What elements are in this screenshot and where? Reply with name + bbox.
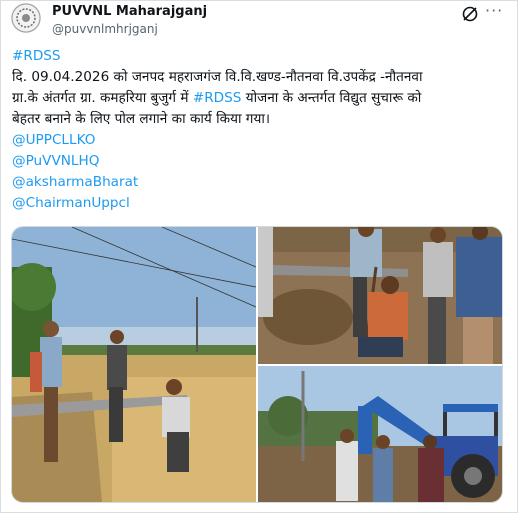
photo-pole-carry[interactable] [12,227,256,502]
logo-seal-icon [11,3,41,33]
tweet-line-2-pre: ग्रा.के अंतर्गत ग्रा. कमहरिया बुजुर्ग मे… [12,90,193,106]
photo-pole-pit[interactable] [258,227,502,364]
mention-link[interactable]: @aksharmaBharat [12,174,138,190]
tweet-line-2-post: योजना के अन्तर्गत विद्युत सुचारू को [241,90,422,106]
mention-link[interactable]: @ChairmanUppcl [12,195,130,211]
photo-tractor-crane[interactable] [258,366,502,502]
hashtag-link[interactable]: #RDSS [12,48,61,64]
tweet-card: PUVVNL Maharajganj @puvvnlmhrjganj ··· #… [0,0,518,513]
mention-link[interactable]: @UPPCLLKO [12,132,95,148]
media-grid [11,226,503,503]
mention-link[interactable]: @PuVVNLHQ [12,153,99,169]
more-icon[interactable]: ··· [485,1,503,20]
grok-icon[interactable] [461,5,479,23]
tweet-line-3: बेहतर बनाने के लिए पोल लगाने का कार्य कि… [12,111,271,127]
hashtag-link[interactable]: #RDSS [193,90,242,106]
account-handle[interactable]: @puvvnlmhrjganj [52,22,158,36]
display-name[interactable]: PUVVNL Maharajganj [52,4,207,19]
tweet-line-2: ग्रा.के अंतर्गत ग्रा. कमहरिया बुजुर्ग मे… [12,88,504,109]
avatar[interactable] [11,3,41,33]
tweet-line-1: दि. 09.04.2026 को जनपद महराजगंज वि.वि.खण… [12,69,423,85]
tweet-text: #RDSS दि. 09.04.2026 को जनपद महराजगंज वि… [12,46,504,214]
